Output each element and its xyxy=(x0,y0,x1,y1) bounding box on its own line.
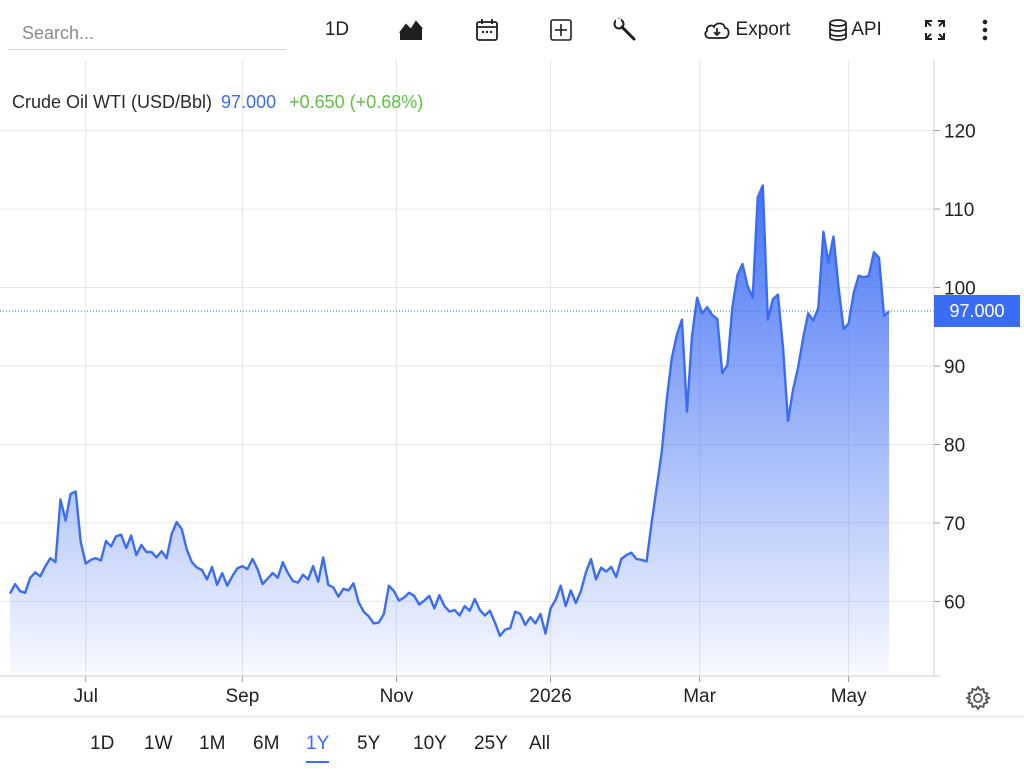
range-button-1w[interactable]: 1W xyxy=(144,733,173,761)
y-tick-label: 70 xyxy=(944,514,965,535)
range-selector: 1D 1W 1M 6M 1Y 5Y 10Y 25Y All xyxy=(0,716,1024,769)
x-tick-label: 2026 xyxy=(529,686,571,707)
y-tick-label: 90 xyxy=(944,357,965,378)
x-tick-label: Nov xyxy=(380,686,414,707)
y-tick-label: 80 xyxy=(944,435,965,456)
x-tick-label: Sep xyxy=(225,686,259,707)
y-tick-label: 60 xyxy=(944,592,965,613)
chart-legend: Crude Oil WTI (USD/Bbl) 97.000 +0.650 (+… xyxy=(12,92,423,113)
gear-icon xyxy=(964,685,992,716)
x-tick-label: Jul xyxy=(74,686,98,707)
range-button-all[interactable]: All xyxy=(529,733,550,761)
range-button-1m[interactable]: 1M xyxy=(199,733,225,761)
last-price-tag: 97.000 xyxy=(934,295,1020,328)
instrument-name: Crude Oil WTI (USD/Bbl) xyxy=(12,92,213,112)
chart-area-layer xyxy=(0,184,934,672)
y-tick-label: 120 xyxy=(944,122,976,143)
series-area xyxy=(10,185,890,672)
range-button-25y[interactable]: 25Y xyxy=(474,733,508,761)
y-tick-label: 110 xyxy=(944,200,974,221)
range-button-5y[interactable]: 5Y xyxy=(357,733,380,761)
range-button-10y[interactable]: 10Y xyxy=(413,733,447,761)
x-tick-label: May xyxy=(831,686,867,707)
range-button-6m[interactable]: 6M xyxy=(253,733,279,761)
last-price: 97.000 xyxy=(221,92,277,112)
price-change: +0.650 (+0.68%) xyxy=(289,92,424,112)
chart-settings-button[interactable] xyxy=(964,684,992,712)
x-tick-label: Mar xyxy=(683,686,716,707)
range-button-1d[interactable]: 1D xyxy=(90,733,114,761)
range-button-1y[interactable]: 1Y xyxy=(306,733,330,763)
